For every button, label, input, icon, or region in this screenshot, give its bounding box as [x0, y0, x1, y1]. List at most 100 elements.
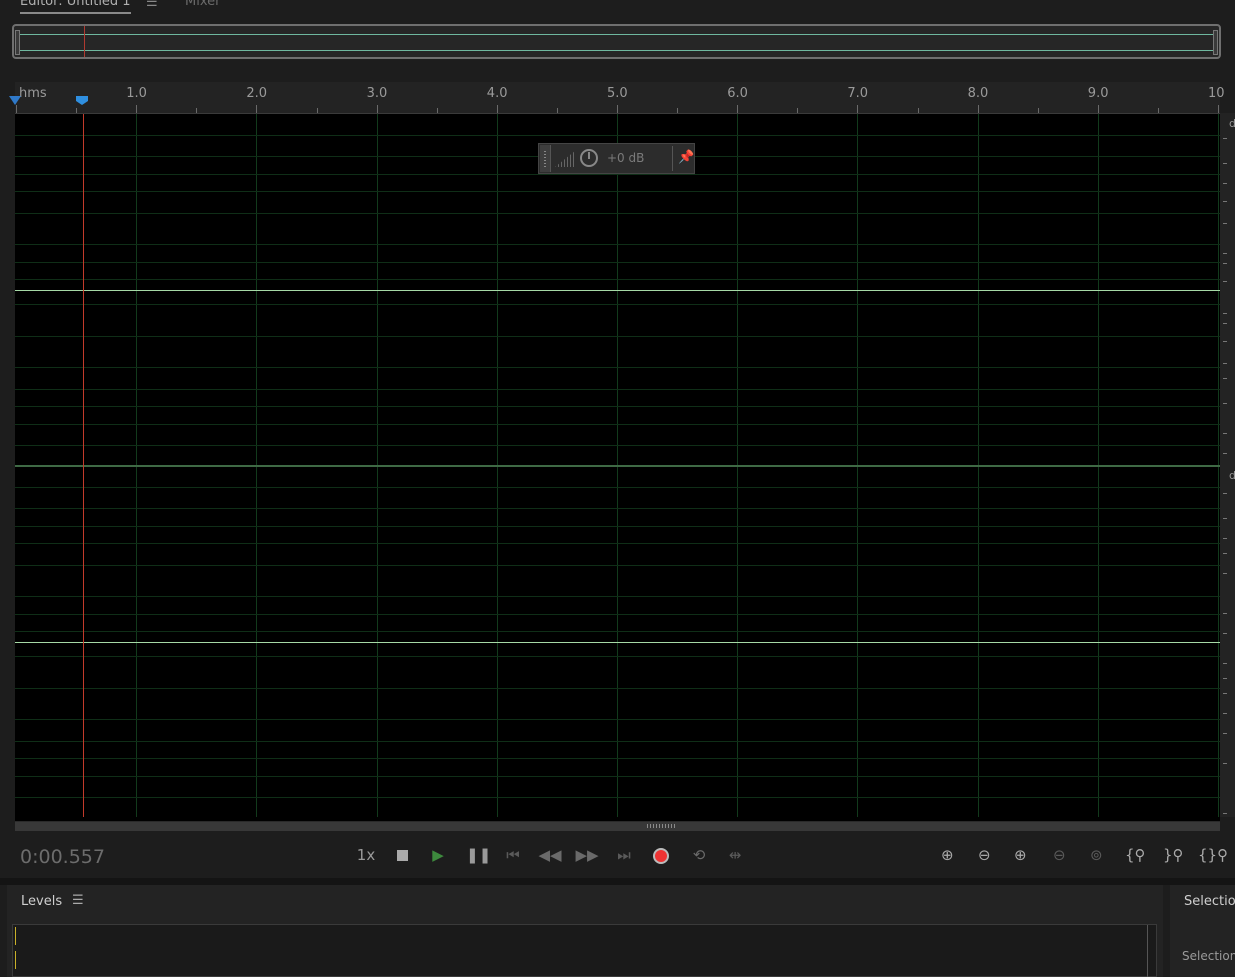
zoom-out-time-button[interactable]: ⊖	[1053, 844, 1066, 866]
amplitude-gridline	[15, 279, 1220, 280]
amplitude-gridline	[15, 367, 1220, 368]
hamburger-icon[interactable]: ☰	[146, 0, 158, 10]
zoom-out-point-button[interactable]: }⚲	[1163, 844, 1184, 866]
ruler-tick	[857, 105, 859, 113]
scrollbar-grip[interactable]	[647, 824, 677, 828]
ruler-tick	[1218, 105, 1219, 113]
ruler-tick	[256, 105, 258, 113]
ruler-tick-label: 5.0	[607, 86, 628, 101]
playhead-marker-icon[interactable]	[76, 96, 88, 105]
amplitude-tick	[1223, 323, 1227, 324]
record-button[interactable]	[650, 844, 672, 866]
ruler-tick-label: 9.0	[1087, 86, 1109, 101]
amplitude-scale[interactable]: d d	[1220, 113, 1235, 817]
amplitude-tick	[1223, 163, 1227, 164]
overview-left-handle[interactable]	[15, 30, 20, 55]
ruler-unit: hms	[19, 86, 47, 101]
skip-selection-button[interactable]: ⇹	[724, 844, 746, 866]
hamburger-icon[interactable]: ☰	[72, 893, 84, 908]
loop-button[interactable]: ⟲	[688, 844, 710, 866]
editor-tab-bar: Editor: Untitled 1 ☰ Mixer	[0, 0, 1235, 20]
stop-button[interactable]	[393, 844, 411, 866]
ruler-tick-label: 4.0	[486, 86, 508, 101]
meter-clip-indicator[interactable]	[1147, 925, 1148, 977]
amplitude-gridline	[15, 389, 1220, 390]
amplitude-gridline	[15, 135, 1220, 136]
volume-hud[interactable]: +0 dB 📌	[538, 143, 695, 174]
amplitude-tick	[1223, 678, 1227, 679]
selection-panel: Selection Selection	[1170, 885, 1235, 977]
amplitude-tick	[1223, 453, 1227, 454]
zoom-selection-button[interactable]: {}⚲	[1198, 844, 1228, 866]
amplitude-gridline	[15, 596, 1220, 597]
waveform-editor[interactable]: hms 1.0 2.0 3.0 4.0 5.0 6.0 7.0 8.0 9.0 10	[9, 82, 1225, 822]
amplitude-gridline	[15, 565, 1220, 566]
amplitude-gridline	[15, 174, 1220, 175]
amplitude-gridline	[15, 304, 1220, 305]
fast-forward-button[interactable]: ▶▶	[575, 844, 599, 866]
amplitude-tick	[1223, 733, 1227, 734]
time-ruler[interactable]: hms 1.0 2.0 3.0 4.0 5.0 6.0 7.0 8.0 9.0 10	[9, 82, 1225, 114]
ruler-tick	[1037, 108, 1039, 113]
zoom-out-amplitude-icon: ⊖	[978, 846, 991, 864]
pause-button[interactable]: ❚❚	[466, 844, 491, 866]
volume-value: +0 dB	[607, 151, 645, 165]
amplitude-tick	[1223, 183, 1227, 184]
start-marker-icon[interactable]	[9, 96, 21, 105]
amplitude-tick	[1223, 201, 1227, 202]
amplitude-tick	[1223, 663, 1227, 664]
go-to-start-button[interactable]: ⏮	[503, 844, 523, 866]
overview-right-handle[interactable]	[1213, 30, 1218, 55]
horizontal-scrollbar[interactable]	[15, 821, 1220, 831]
ruler-tick	[1157, 108, 1159, 113]
amplitude-tick	[1223, 378, 1227, 379]
channel-zero-line	[15, 290, 1220, 291]
selection-title[interactable]: Selection	[1184, 894, 1235, 909]
pin-icon[interactable]: 📌	[678, 150, 694, 165]
amplitude-tick	[1223, 518, 1227, 519]
level-meter	[12, 924, 1157, 977]
tab-editor[interactable]: Editor: Untitled 1	[20, 0, 131, 14]
levels-title[interactable]: Levels	[21, 894, 62, 909]
waveform-display[interactable]	[15, 114, 1220, 817]
amplitude-tick	[1223, 713, 1227, 714]
rewind-button[interactable]: ◀◀	[538, 844, 562, 866]
stop-icon	[396, 850, 408, 861]
zoom-in-point-button[interactable]: {⚲	[1125, 844, 1146, 866]
zoom-in-amplitude-button[interactable]: ⊕	[941, 844, 954, 866]
amplitude-gridline	[15, 445, 1220, 446]
ruler-tick	[1097, 105, 1099, 113]
amplitude-tick	[1223, 253, 1227, 254]
zoom-out-amplitude-button[interactable]: ⊖	[978, 844, 991, 866]
playback-speed-button[interactable]: 1x	[355, 844, 377, 866]
skip-selection-icon: ⇹	[728, 846, 742, 864]
transport-bar: 0:00.557 1x ▶ ❚❚ ⏮ ◀◀ ▶▶ ⏭ ⟲ ⇹ ⊕ ⊖ ⊕ ⊖ ⊚…	[0, 832, 1235, 878]
playhead-line[interactable]	[83, 114, 84, 817]
amplitude-tick	[1223, 763, 1227, 764]
amplitude-gridline	[15, 424, 1220, 425]
channel-separator[interactable]	[15, 465, 1220, 467]
ruler-tick	[977, 105, 979, 113]
play-button[interactable]: ▶	[428, 844, 448, 866]
rewind-icon: ◀◀	[538, 846, 562, 864]
timecode-display[interactable]: 0:00.557	[20, 846, 105, 868]
skip-forward-icon: ⏭	[617, 846, 631, 864]
meter-peak-right	[15, 951, 16, 969]
ruler-tick-label: 3.0	[366, 86, 388, 101]
volume-knob-icon[interactable]	[580, 149, 598, 167]
overview-channel-line	[19, 50, 1214, 51]
hud-drag-handle[interactable]	[540, 145, 551, 172]
amplitude-gridline	[15, 406, 1220, 407]
overview-navigator[interactable]	[12, 24, 1221, 59]
zoom-in-time-button[interactable]: ⊕	[1014, 844, 1027, 866]
go-to-end-button[interactable]: ⏭	[614, 844, 634, 866]
zoom-out-full-button[interactable]: ⊚	[1090, 844, 1103, 866]
zoom-selection-icon: {}⚲	[1198, 846, 1229, 864]
amplitude-gridline	[15, 244, 1220, 245]
amplitude-tick	[1223, 263, 1227, 264]
tab-mixer[interactable]: Mixer	[185, 0, 220, 9]
amplitude-tick	[1223, 433, 1227, 434]
meter-peak-left	[15, 927, 16, 945]
panel-divider[interactable]	[0, 878, 1235, 885]
amplitude-gridline	[15, 631, 1220, 632]
